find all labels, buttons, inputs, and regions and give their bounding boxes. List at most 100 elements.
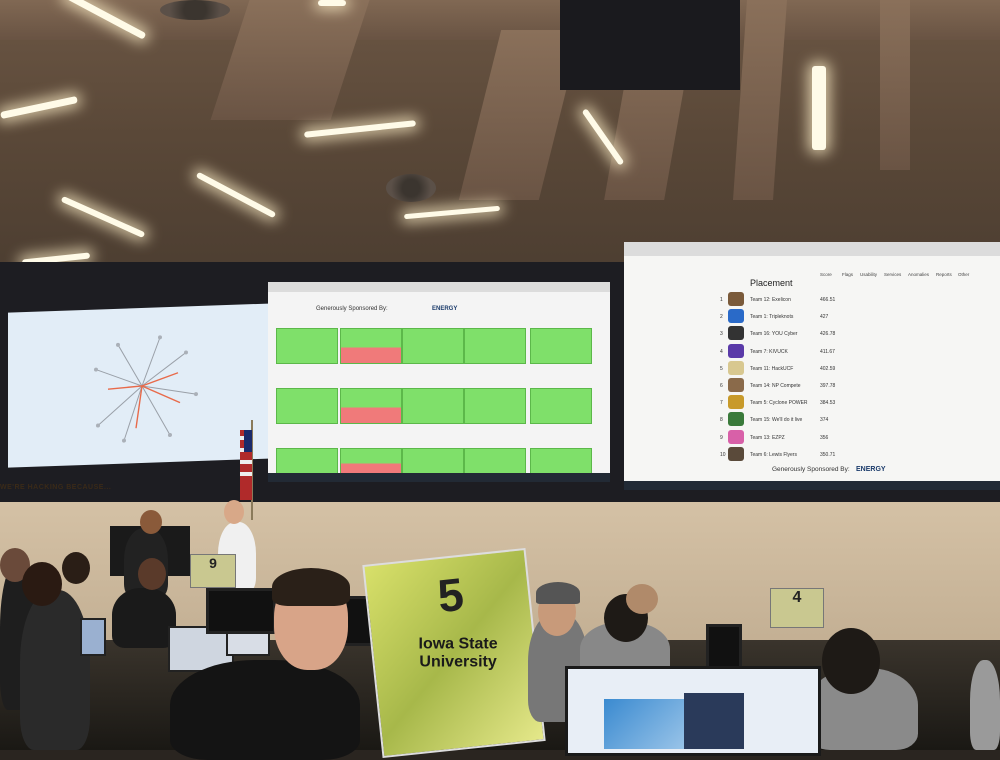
service-cell [402, 448, 464, 476]
team-logo [728, 309, 744, 324]
team-name: Team 12: Exelicon [750, 297, 791, 303]
browser-toolbar [268, 282, 610, 292]
participant-head [822, 628, 880, 694]
leaderboard-column-header: Score [820, 272, 832, 277]
team-logo [728, 360, 744, 375]
service-cell [530, 388, 592, 424]
team-name: Team 7: KIVUCK [750, 348, 788, 355]
participant-head [62, 552, 90, 584]
team-score: 374 [820, 417, 829, 424]
service-cell [276, 388, 338, 424]
radar-chart [94, 335, 198, 443]
team-logo [728, 326, 744, 341]
rank: 2 [720, 314, 723, 321]
table-number: 9 [209, 555, 217, 571]
leaderboard-title: Placement [750, 278, 793, 288]
table-sign-9: 9 [190, 554, 236, 588]
iowa-state-table-sign: 5 Iowa State University [362, 547, 546, 759]
team-logo [728, 292, 744, 306]
rank: 8 [720, 417, 723, 424]
team-name: Team 11: HackUCF [750, 365, 794, 372]
team-logo [728, 412, 744, 427]
team-logo [728, 343, 744, 358]
participant [170, 660, 360, 760]
team-name: Team 16: YOU Cyber [750, 331, 798, 338]
ceiling-light [403, 205, 501, 220]
leaderboard-column-header: Usability [860, 272, 878, 277]
sponsor-label: Generously Sponsored By: [316, 306, 388, 312]
left-projection-screen [8, 303, 275, 468]
taskbar [624, 481, 1000, 490]
service-cell [340, 448, 402, 476]
service-cell [276, 448, 338, 476]
table-number: 5 [435, 567, 467, 623]
leaderboard-column-header: Services [884, 272, 902, 277]
team-score: 402.59 [820, 365, 836, 372]
ceiling-light [0, 95, 78, 120]
leaderboard-column-header: Other [958, 272, 970, 277]
team-logo [728, 378, 744, 392]
ceiling-light [812, 66, 826, 150]
team-score: 384.53 [820, 400, 836, 407]
leaderboard-row: 10 Team 6: Lewis Flyers 350.71 [720, 445, 990, 465]
team-name: Team 1: Tripleknots [750, 314, 794, 321]
participant-head [626, 584, 658, 614]
team-name: Team 6: Lewis Flyers [750, 451, 797, 458]
leaderboard-column-header: Reports [936, 272, 952, 277]
team-logo [728, 429, 744, 444]
ceiling-light [303, 120, 417, 138]
team-name: Team 5: Cyclone POWER [750, 400, 808, 407]
service-cell [402, 328, 464, 364]
ceiling-baffle [880, 0, 910, 170]
participant [112, 588, 176, 648]
service-cell [340, 388, 402, 424]
energy-logo: ENERGY [432, 306, 458, 312]
service-cell [530, 328, 592, 364]
service-cell [340, 328, 402, 364]
team-score: 427 [820, 314, 829, 321]
table-sign-4: 4 [770, 588, 824, 628]
leaderboard-column-header: Anomalies [908, 272, 930, 277]
right-projection-screen: Placement Score Flags Usability Services Ano… [624, 242, 1000, 490]
monitor-menu-panel [684, 693, 744, 749]
monitor [206, 588, 276, 634]
ceiling-light [318, 0, 346, 6]
ceiling-light [195, 171, 277, 219]
team-score: 356 [820, 434, 829, 441]
rank: 3 [720, 331, 723, 338]
energy-logo: ENERGY [856, 466, 886, 473]
team-score: 466.51 [820, 297, 836, 303]
service-cell [402, 388, 464, 424]
team-score: 350.71 [820, 451, 836, 458]
taskbar [268, 473, 610, 482]
team-score: 426.78 [820, 331, 836, 338]
laptop [80, 618, 106, 656]
participant [970, 660, 1000, 750]
team-score: 397.78 [820, 383, 836, 389]
team-logo [728, 446, 744, 461]
beanie [536, 582, 580, 604]
rank: 6 [720, 383, 723, 389]
presenter-head [140, 510, 162, 534]
service-cell [464, 328, 526, 364]
team-name: Team 13: EZPZ [750, 434, 785, 441]
team-name: Team 15: We'll do it live [750, 417, 803, 424]
team-logo [728, 395, 744, 410]
ceiling-vent [160, 0, 230, 20]
browser-toolbar [624, 242, 1000, 256]
middle-projection-screen: Generously Sponsored By: ENERGY [268, 282, 610, 482]
rank: 10 [720, 451, 726, 458]
ceiling-vent [386, 174, 436, 202]
foreground-monitor [565, 666, 821, 756]
rank: 5 [720, 365, 723, 372]
ceiling-light [60, 195, 146, 239]
university-name: Iowa State University [418, 635, 498, 671]
wall-text: WE'RE HACKING BECAUSE... [0, 484, 112, 491]
participant [20, 590, 90, 750]
rank: 1 [720, 297, 723, 303]
team-score: 411.67 [820, 348, 835, 355]
service-cell [464, 448, 526, 476]
monitor-image [604, 699, 694, 749]
rank: 7 [720, 400, 723, 407]
participant-head [22, 562, 62, 606]
